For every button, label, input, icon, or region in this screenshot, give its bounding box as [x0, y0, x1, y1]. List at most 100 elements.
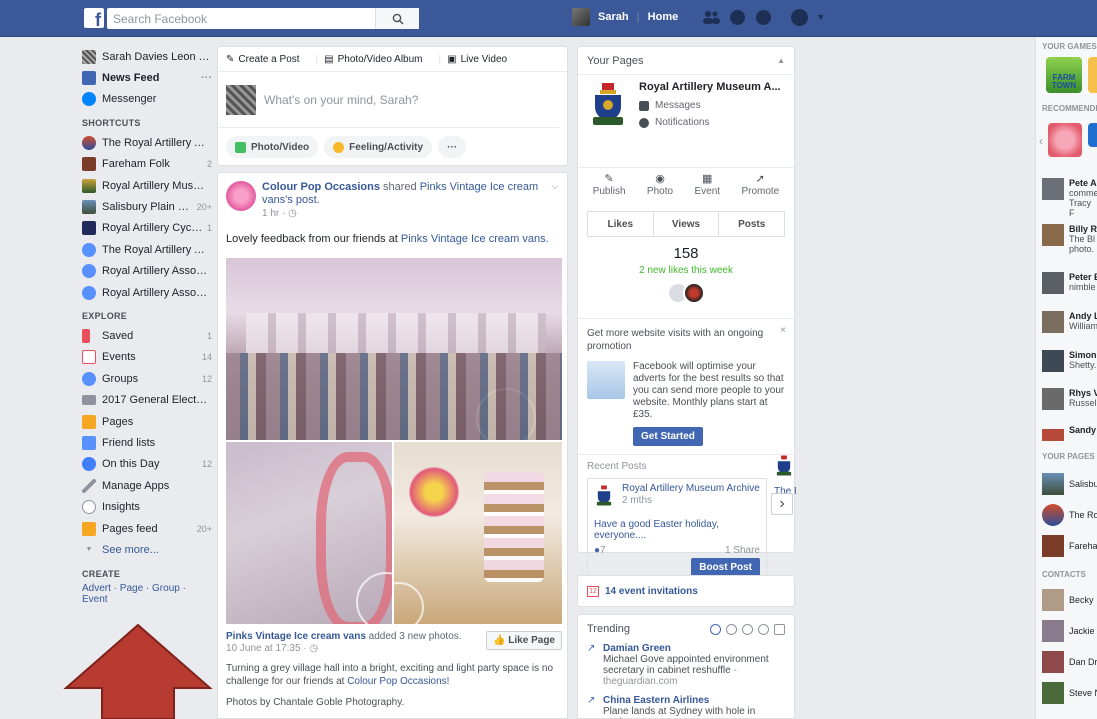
shared-author-link[interactable]: Pinks Vintage Ice cream vans [226, 631, 366, 642]
liker-avatar[interactable] [683, 282, 705, 304]
photo-video-button[interactable]: Photo/Video [226, 136, 319, 158]
shared-timestamp[interactable]: 10 June at 17:35 · ◷ [226, 643, 462, 654]
shortcut-item[interactable]: Royal Artillery Associ... [82, 282, 212, 303]
shortcut-item[interactable]: The Royal Artillery A... [82, 239, 212, 260]
post-author-link[interactable]: Colour Pop Occasions [262, 181, 380, 193]
nav-item-news-feed[interactable]: News Feed ··· [82, 67, 212, 88]
recent-post-text[interactable]: Have a good Easter holiday, everyone.... [594, 519, 760, 541]
post-photo-cake-table[interactable] [394, 442, 562, 624]
post-text-link[interactable]: Pinks Vintage Ice cream vans. [401, 233, 549, 245]
shortcut-item[interactable]: Fareham Folk 2 [82, 154, 212, 175]
post-timestamp[interactable]: 1 hr · ◷ [262, 208, 551, 219]
farm-town-game-icon[interactable]: FARM TOWN [1046, 57, 1082, 93]
activity-item[interactable]: Rhys V Russel [1042, 388, 1097, 410]
explore-item-groups[interactable]: Groups 12 [82, 368, 212, 389]
event-button[interactable]: ▦ Event [694, 172, 720, 211]
promote-button[interactable]: ➚ Promote [741, 172, 779, 211]
friend-requests-icon[interactable] [702, 8, 721, 26]
explore-item-pages-feed[interactable]: Pages feed 20+ [82, 518, 212, 539]
recent-posts-next-chevron-right-icon[interactable]: › [771, 493, 793, 515]
collapse-chevron-up-icon[interactable]: ▲ [777, 56, 785, 65]
tab-create-post[interactable]: ✎ Create a Post [226, 54, 305, 65]
explore-item-election[interactable]: 2017 General Election [82, 389, 212, 410]
page-name-link[interactable]: Royal Artillery Museum A... [639, 81, 785, 94]
explore-item-events[interactable]: Events 14 [82, 347, 212, 368]
user-avatar[interactable] [572, 8, 590, 26]
search-button[interactable] [375, 8, 419, 29]
game-icon[interactable] [1088, 57, 1097, 93]
tab-photo-album[interactable]: ▤ Photo/Video Album [324, 54, 427, 65]
account-menu-chevron-down-icon[interactable]: ▼ [816, 12, 825, 22]
post-photo-party-hall[interactable] [226, 258, 562, 440]
shared-text-link[interactable]: Colour Pop Occasions! [347, 676, 449, 687]
shortcut-item[interactable]: Royal Artillery Museu... [82, 175, 212, 196]
recent-post-page-name[interactable]: Royal Artillery Museum Archive [622, 483, 760, 495]
trending-sports-icon[interactable] [758, 623, 769, 635]
activity-item[interactable]: Billy R The Bl photo. [1042, 224, 1097, 254]
explore-item-on-this-day[interactable]: On this Day 12 [82, 454, 212, 475]
messages-icon[interactable] [728, 8, 746, 26]
trending-top-icon[interactable] [710, 623, 721, 635]
activity-item[interactable]: Peter Enimble [1042, 272, 1097, 294]
photo-button[interactable]: ◉ Photo [647, 172, 673, 211]
new-likes-text[interactable]: 2 new likes this week [578, 265, 794, 276]
event-invitations[interactable]: 12 14 event invitations [577, 575, 795, 607]
recommended-game-icon[interactable] [1088, 123, 1097, 147]
explore-item-pages[interactable]: Pages [82, 411, 212, 432]
home-link[interactable]: Home [648, 11, 679, 23]
see-more-link[interactable]: ▼ See more... [82, 539, 212, 560]
activity-item[interactable]: Sandy [1042, 425, 1096, 441]
page-notifications-link[interactable]: Notifications [639, 117, 785, 128]
post-options-chevron-down-icon[interactable]: ⌵ [551, 181, 559, 233]
tab-posts[interactable]: Posts [719, 212, 784, 236]
explore-item-friend-lists[interactable]: Friend lists [82, 432, 212, 453]
recommended-game-icon[interactable] [1048, 123, 1082, 157]
activity-item[interactable]: Andy L William [1042, 311, 1097, 333]
news-feed-more-icon[interactable]: ··· [201, 72, 212, 84]
contact-item[interactable]: Becky [1042, 589, 1094, 611]
profile-link[interactable]: Sarah [598, 11, 629, 23]
get-started-button[interactable]: Get Started [633, 427, 703, 446]
search-input[interactable] [107, 8, 375, 29]
trending-item[interactable]: Damian Green Michael Gove appointed envi… [587, 643, 785, 687]
contact-item[interactable]: Dan Dr [1042, 651, 1097, 673]
shortcut-item[interactable]: The Royal Artillery A... [82, 132, 212, 153]
page-messages-link[interactable]: Messages [639, 100, 785, 111]
activity-item[interactable]: Pete Acomme Tracy F [1042, 178, 1097, 218]
trending-item[interactable]: China Eastern Airlines Plane lands at Sy… [587, 695, 785, 719]
page-item[interactable]: Fareha [1042, 535, 1097, 557]
page-item[interactable]: Salisbu [1042, 473, 1097, 495]
shortcut-item[interactable]: Salisbury Plain Herit...20+ [82, 196, 212, 217]
profile-shortcut[interactable]: Sarah Davies Leon Y... [82, 46, 212, 67]
shortcut-item[interactable]: Royal Artillery Cycling 1 [82, 218, 212, 239]
contact-item[interactable]: Steve N [1042, 682, 1097, 704]
create-links[interactable]: Advert · Page · Group · Event [82, 583, 212, 605]
feeling-activity-button[interactable]: Feeling/Activity [324, 136, 433, 158]
help-icon[interactable] [790, 8, 808, 26]
explore-item-saved[interactable]: Saved 1 [82, 325, 212, 346]
tab-live-video[interactable]: ▣ Live Video [447, 54, 512, 65]
recent-post-card[interactable]: Royal Artillery Museum Archive 2 mths Ha… [587, 478, 767, 584]
post-author-avatar[interactable] [226, 181, 256, 211]
composer-more-button[interactable]: ··· [438, 136, 467, 158]
like-page-button[interactable]: 👍 Like Page [486, 631, 562, 650]
tab-views[interactable]: Views [654, 212, 720, 236]
trending-entertainment-icon[interactable] [774, 623, 785, 635]
composer-input-area[interactable]: What's on your mind, Sarah? [218, 72, 559, 128]
trending-politics-icon[interactable] [726, 623, 737, 635]
chevron-left-icon[interactable]: ‹ [1039, 134, 1043, 148]
tab-likes[interactable]: Likes [588, 212, 654, 236]
explore-item-insights[interactable]: Insights [82, 496, 212, 517]
contact-item[interactable]: Jackie [1042, 620, 1095, 642]
post-photo-flower-decoration[interactable] [226, 442, 392, 624]
nav-item-messenger[interactable]: Messenger [82, 89, 212, 110]
page-crest-icon[interactable] [587, 81, 629, 129]
shortcut-item[interactable]: Royal Artillery Associ... [82, 261, 212, 282]
close-icon[interactable]: × [780, 325, 786, 336]
publish-button[interactable]: ✎ Publish [593, 172, 626, 211]
facebook-logo-icon[interactable]: f [84, 8, 104, 28]
notifications-icon[interactable] [754, 8, 772, 26]
explore-item-manage-apps[interactable]: Manage Apps [82, 475, 212, 496]
trending-science-icon[interactable] [742, 623, 753, 635]
page-item[interactable]: The Ro [1042, 504, 1097, 526]
